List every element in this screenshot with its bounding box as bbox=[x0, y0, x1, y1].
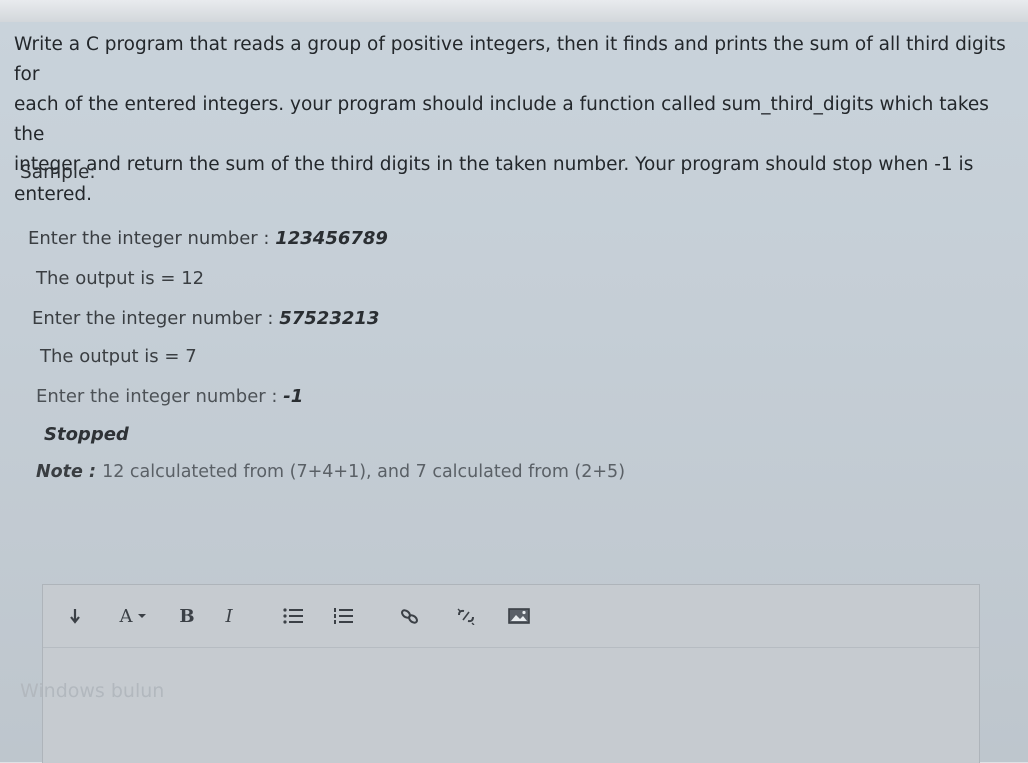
sample-input-value: -1 bbox=[283, 386, 304, 407]
sample-line: Enter the integer number : 123456789 bbox=[28, 228, 388, 249]
sample-input-value: 57523213 bbox=[279, 308, 380, 329]
sample-prompt: Enter the integer number : bbox=[32, 308, 280, 329]
chevron-down-icon bbox=[137, 614, 146, 618]
note-label: Note : bbox=[36, 462, 103, 482]
stopped-label: Stopped bbox=[44, 424, 129, 445]
font-color-label: A bbox=[119, 605, 133, 627]
answer-editor[interactable]: A B I bbox=[42, 584, 980, 763]
note: Note : 12 calculateted from (7+4+1), and… bbox=[36, 462, 625, 482]
sample-line: Enter the integer number : -1 bbox=[36, 386, 303, 407]
sample-prompt: Enter the integer number : bbox=[36, 386, 284, 407]
unlink-icon[interactable] bbox=[443, 602, 489, 630]
sample-line: The output is = 7 bbox=[40, 346, 197, 367]
bold-button[interactable]: B bbox=[171, 602, 203, 630]
sample-input-value: 123456789 bbox=[275, 228, 388, 249]
question-line: entered. bbox=[14, 184, 92, 205]
ordered-list-icon[interactable] bbox=[323, 602, 363, 630]
sample-prompt: Enter the integer number : bbox=[28, 228, 276, 249]
question-line: each of the entered integers. your progr… bbox=[14, 94, 989, 145]
editor-toolbar: A B I bbox=[43, 585, 979, 648]
italic-button[interactable]: I bbox=[213, 602, 245, 630]
sample-line: Enter the integer number : 57523213 bbox=[32, 308, 379, 329]
question-line: integer and return the sum of the third … bbox=[14, 154, 974, 175]
question-text: Write a C program that reads a group of … bbox=[14, 30, 1014, 210]
sample-line: The output is = 12 bbox=[36, 268, 204, 289]
unordered-list-icon[interactable] bbox=[273, 602, 313, 630]
top-bar bbox=[0, 0, 1028, 22]
windows-activation-watermark: Windows bulun bbox=[20, 680, 165, 702]
font-color-button[interactable]: A bbox=[105, 602, 161, 630]
sample-label: Sample: bbox=[20, 162, 96, 183]
image-icon[interactable] bbox=[499, 602, 539, 630]
link-icon[interactable] bbox=[387, 602, 433, 630]
note-text: 12 calculateted from (7+4+1), and 7 calc… bbox=[102, 462, 626, 482]
sample-output: The output is = 7 bbox=[40, 346, 197, 367]
sample-output: The output is = 12 bbox=[36, 268, 205, 289]
paragraph-format-icon[interactable] bbox=[55, 602, 95, 630]
question-line: Write a C program that reads a group of … bbox=[14, 34, 1006, 85]
